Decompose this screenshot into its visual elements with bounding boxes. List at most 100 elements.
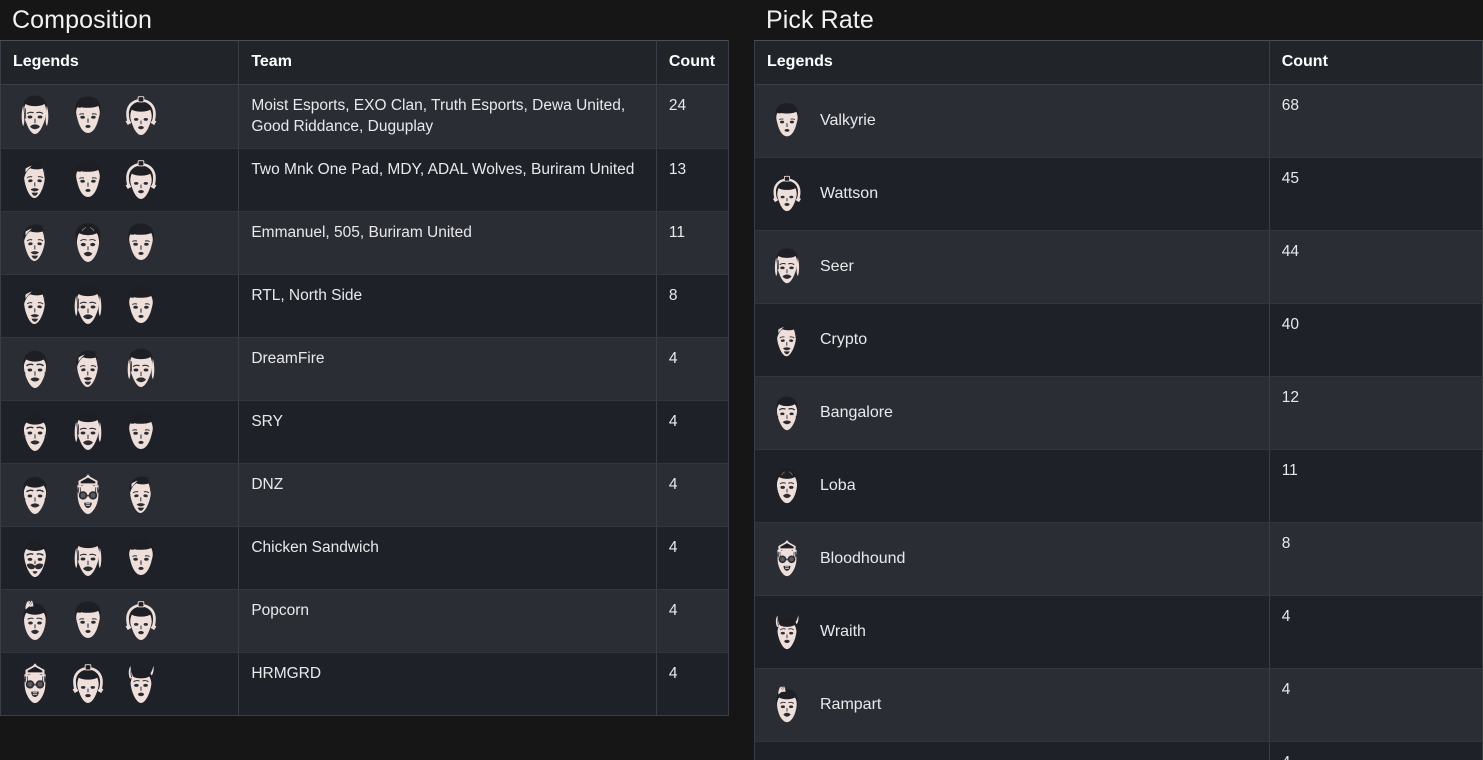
legend-icon-group: [13, 598, 228, 644]
seer-legend-icon: [13, 93, 57, 139]
table-row[interactable]: DNZ 4: [0, 463, 729, 528]
wattson-legend-icon: [119, 93, 163, 139]
table-row[interactable]: Valkyrie 68: [754, 84, 1483, 158]
composition-team-cell: DreamFire: [238, 337, 657, 402]
wraith-legend-icon: [767, 611, 807, 653]
composition-legends-cell: [0, 337, 240, 402]
pickrate-count-cell: 8: [1269, 522, 1483, 596]
pickrate-count-cell: 44: [1269, 230, 1483, 304]
table-row[interactable]: Emmanuel, 505, Buriram United 11: [0, 211, 729, 276]
valkyrie-legend-icon: [66, 598, 110, 644]
valkyrie-legend-icon: [767, 100, 807, 142]
pickrate-title: Pick Rate: [766, 6, 874, 34]
table-row[interactable]: Fuse 4: [754, 741, 1483, 760]
composition-count-cell: 4: [656, 589, 729, 654]
loba-legend-icon: [767, 465, 807, 507]
legend-entry: Crypto: [767, 304, 1257, 376]
pickrate-legend-cell: Bloodhound: [754, 522, 1270, 596]
composition-table-head: Legends Team Count: [0, 40, 729, 85]
table-row[interactable]: DreamFire 4: [0, 337, 729, 402]
pickrate-count-cell: 11: [1269, 449, 1483, 523]
crypto-legend-icon: [13, 157, 57, 203]
valkyrie-legend-icon: [66, 93, 110, 139]
legend-entry: Wraith: [767, 596, 1257, 668]
table-row[interactable]: Loba 11: [754, 449, 1483, 523]
table-row[interactable]: Rampart 4: [754, 668, 1483, 742]
loba-legend-icon: [66, 220, 110, 266]
pickrate-col-legends[interactable]: Legends: [754, 40, 1270, 85]
rampart-legend-icon: [767, 684, 807, 726]
composition-table-body: Moist Esports, EXO Clan, Truth Esports, …: [0, 84, 729, 716]
composition-col-count[interactable]: Count: [656, 40, 729, 85]
table-row[interactable]: HRMGRD 4: [0, 652, 729, 716]
pickrate-legend-cell: Loba: [754, 449, 1270, 523]
composition-count-cell: 4: [656, 400, 729, 465]
composition-col-team[interactable]: Team: [238, 40, 657, 85]
wattson-legend-icon: [119, 157, 163, 203]
bangalore-legend-icon: [13, 409, 57, 455]
legend-entry: Seer: [767, 231, 1257, 303]
crypto-legend-icon: [13, 283, 57, 329]
legend-entry: Loba: [767, 450, 1257, 522]
table-row[interactable]: Wattson 45: [754, 157, 1483, 231]
bangalore-legend-icon: [13, 472, 57, 518]
pickrate-legend-cell: Crypto: [754, 303, 1270, 377]
pickrate-legend-cell: Rampart: [754, 668, 1270, 742]
bangalore-legend-icon: [13, 346, 57, 392]
table-row[interactable]: Popcorn 4: [0, 589, 729, 654]
composition-count-cell: 13: [656, 148, 729, 213]
composition-table: Legends Team Count Moist Esports, EXO Cl…: [0, 40, 729, 717]
legend-icon-group: [13, 220, 228, 266]
composition-team-cell: Moist Esports, EXO Clan, Truth Esports, …: [238, 84, 657, 150]
table-row[interactable]: Seer 44: [754, 230, 1483, 304]
composition-team-cell: RTL, North Side: [238, 274, 657, 339]
pickrate-legend-cell: Fuse: [754, 741, 1270, 760]
legend-icon-group: [13, 346, 228, 392]
pickrate-table: Legends Count Valkyrie 68 Wattson 45 Seer 4…: [754, 40, 1483, 760]
valkyrie-legend-icon: [119, 409, 163, 455]
composition-count-cell: 8: [656, 274, 729, 339]
pickrate-header-row: Legends Count: [754, 40, 1483, 85]
table-row[interactable]: SRY 4: [0, 400, 729, 465]
legend-entry: Valkyrie: [767, 85, 1257, 157]
table-row[interactable]: RTL, North Side 8: [0, 274, 729, 339]
table-row[interactable]: Moist Esports, EXO Clan, Truth Esports, …: [0, 84, 729, 150]
table-row[interactable]: Bloodhound 8: [754, 522, 1483, 596]
valkyrie-legend-icon: [119, 220, 163, 266]
pickrate-col-count[interactable]: Count: [1269, 40, 1483, 85]
pickrate-panel: Pick Rate Legends Count Valkyrie68 Watt: [754, 0, 1483, 760]
bloodhound-legend-icon: [13, 661, 57, 707]
table-row[interactable]: Chicken Sandwich 4: [0, 526, 729, 591]
pickrate-count-cell: 68: [1269, 84, 1483, 158]
legend-icon-group: [13, 409, 228, 455]
legend-entry: Wattson: [767, 158, 1257, 230]
seer-legend-icon: [66, 283, 110, 329]
table-row[interactable]: Crypto 40: [754, 303, 1483, 377]
legend-icon-group: [13, 661, 228, 707]
legend-icon-group: [13, 472, 228, 518]
wattson-legend-icon: [119, 598, 163, 644]
legend-name-label: Wattson: [820, 184, 879, 202]
rampart-legend-icon: [13, 598, 57, 644]
composition-team-cell: Emmanuel, 505, Buriram United: [238, 211, 657, 276]
legend-entry: Rampart: [767, 669, 1257, 741]
composition-legends-cell: [0, 211, 240, 276]
pickrate-count-cell: 45: [1269, 157, 1483, 231]
table-row[interactable]: Bangalore 12: [754, 376, 1483, 450]
composition-col-legends[interactable]: Legends: [0, 40, 240, 85]
seer-legend-icon: [66, 409, 110, 455]
pickrate-count-cell: 40: [1269, 303, 1483, 377]
pickrate-legend-cell: Wattson: [754, 157, 1270, 231]
composition-legends-cell: [0, 84, 240, 150]
table-row[interactable]: Wraith 4: [754, 595, 1483, 669]
crypto-legend-icon: [13, 220, 57, 266]
composition-count-cell: 4: [656, 652, 729, 716]
legend-entry: Bangalore: [767, 377, 1257, 449]
legend-name-label: Bloodhound: [820, 549, 906, 567]
fuse-legend-icon: [767, 757, 807, 760]
table-row[interactable]: Two Mnk One Pad, MDY, ADAL Wolves, Burir…: [0, 148, 729, 213]
legend-icon-group: [13, 283, 228, 329]
bloodhound-legend-icon: [66, 472, 110, 518]
composition-count-cell: 4: [656, 526, 729, 591]
composition-legends-cell: [0, 148, 240, 213]
